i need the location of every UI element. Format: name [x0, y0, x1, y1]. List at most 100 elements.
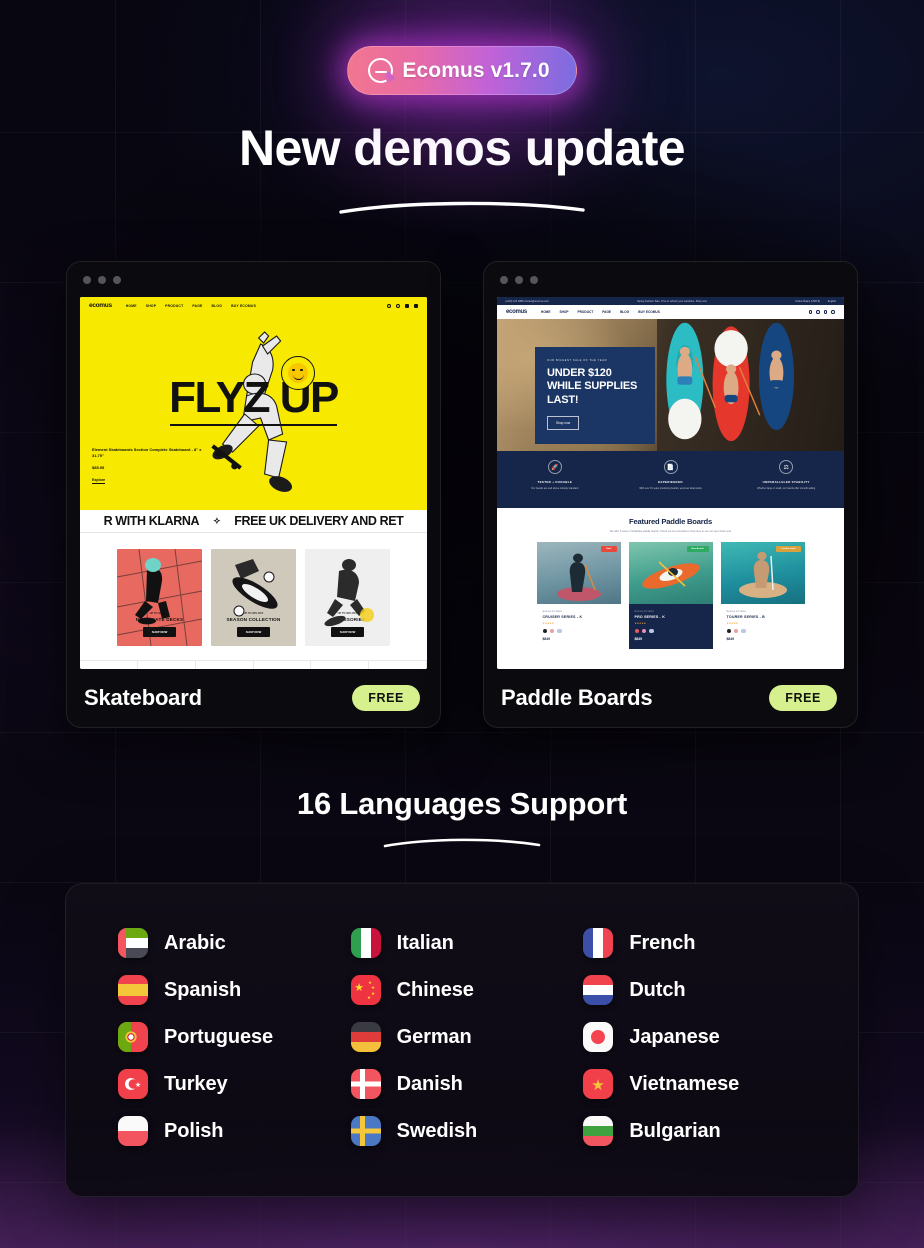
- language-item-turkey[interactable]: ★ Turkey: [118, 1069, 341, 1099]
- language-item-japanese[interactable]: Japanese: [583, 1022, 806, 1052]
- sk-product-button[interactable]: Explore: [92, 478, 106, 484]
- language-item-bulgarian[interactable]: Bulgarian: [583, 1116, 806, 1146]
- language-item-german[interactable]: German: [350, 1022, 574, 1052]
- sk-category-card[interactable]: UP TO 30% OFF NEW SKATE DECKS SHOP NOW: [117, 549, 202, 646]
- pb-products-sub: We offer 5 series of inflatable paddle b…: [609, 530, 732, 533]
- sk-brand: BURBERRY: [138, 661, 196, 669]
- pb-product-grid: Sale! Ecomus Inc Glass CRUISER SERIES - …: [497, 542, 844, 650]
- demo-card-paddle-boards[interactable]: (+100) 123 1888 contact@ecomus.com Sprin…: [483, 261, 858, 728]
- sk-nav-item[interactable]: BLOG: [212, 304, 223, 308]
- version-badge[interactable]: Ecomus v1.7.0: [347, 46, 577, 95]
- pb-hero-button[interactable]: Shop now: [547, 416, 580, 431]
- sk-category-kicker: UP TO 30% OFF: [337, 612, 358, 615]
- stability-icon: ⚖: [779, 460, 794, 474]
- pb-product-price: $849: [634, 637, 643, 642]
- pb-product-swatches[interactable]: [726, 629, 799, 634]
- demo-card-skateboard[interactable]: ecomus HOME SHOP PRODUCT PAGE BLOG BUY E…: [66, 261, 441, 728]
- swatch-red[interactable]: [634, 629, 639, 634]
- language-item-vietnamese[interactable]: ★ Vietnamese: [583, 1069, 806, 1099]
- pb-currency-select[interactable]: United States (USD $): [795, 300, 820, 303]
- languages-heading: 16 Languages Support: [296, 786, 628, 821]
- swatch-blue[interactable]: [557, 629, 562, 634]
- heart-icon[interactable]: [405, 303, 409, 308]
- swatch-pink[interactable]: [641, 629, 647, 634]
- sk-hero: FLYZ UP Element Skateboards Section Comp…: [80, 314, 427, 510]
- pb-announcement-bar: (+100) 123 1888 contact@ecomus.com Sprin…: [497, 297, 844, 305]
- sk-hero-title: FLYZ UP: [169, 373, 339, 422]
- sk-brand: BALENCIAGA: [311, 661, 370, 669]
- language-item-portuguese[interactable]: Portuguese: [118, 1022, 341, 1052]
- sk-product-price: $85.95: [92, 465, 105, 470]
- language-item-arabic[interactable]: Arabic: [118, 928, 341, 958]
- pb-product-brand: Ecomus Inc Glass: [542, 610, 562, 613]
- flag-uae-icon: [118, 928, 148, 958]
- svg-text:★: ★: [592, 1077, 605, 1094]
- language-item-swedish[interactable]: Swedish: [350, 1116, 574, 1146]
- swatch-black[interactable]: [726, 629, 731, 634]
- pb-nav-item[interactable]: BUY ECOMUS: [638, 310, 660, 314]
- language-item-dutch[interactable]: Dutch: [583, 975, 806, 1005]
- pb-nav-item[interactable]: BLOG: [620, 310, 629, 314]
- swatch-black[interactable]: [542, 629, 547, 634]
- language-item-french[interactable]: French: [583, 928, 806, 958]
- sk-category-card[interactable]: UP TO 30% OFF ACCESSORIES SHOP NOW: [305, 549, 390, 646]
- pb-nav-item[interactable]: PAGE: [602, 310, 611, 314]
- swatch-blue[interactable]: [741, 629, 746, 634]
- sk-nav-item[interactable]: HOME: [126, 304, 137, 308]
- pb-product-card[interactable]: New Arrival Ecomus Inc Glass PRO SERIES …: [628, 542, 713, 650]
- pb-product-swatches[interactable]: [634, 629, 707, 634]
- browser-chrome: [67, 262, 440, 297]
- sk-category-card[interactable]: UP TO 30% OFF SEASON COLLECTION SHOP NOW: [211, 549, 296, 646]
- flag-denmark-icon: [350, 1069, 381, 1099]
- user-icon[interactable]: [396, 303, 400, 308]
- ecomus-logo-icon: [368, 58, 394, 83]
- pb-topbar-selectors[interactable]: United States (USD $) English: [795, 300, 836, 303]
- pb-nav-item[interactable]: PRODUCT: [578, 310, 594, 314]
- pb-product-card[interactable]: Sale! Ecomus Inc Glass CRUISER SERIES - …: [536, 542, 621, 649]
- sk-category-kicker: UP TO 30% OFF: [243, 612, 264, 615]
- sk-marquee: R WITH KLARNA ✧ FREE UK DELIVERY AND RET: [80, 510, 427, 533]
- sk-category-art: [117, 549, 202, 646]
- swatch-pink[interactable]: [549, 629, 555, 634]
- pb-product-brand: Ecomus Inc Glass: [726, 610, 746, 613]
- language-item-italian[interactable]: Italian: [350, 928, 574, 958]
- search-icon[interactable]: [808, 310, 813, 314]
- swatch-pink[interactable]: [733, 629, 739, 634]
- browser-chrome: [484, 262, 857, 297]
- sk-brand: CANADA: [369, 661, 427, 669]
- language-item-chinese[interactable]: ★ ★ ★ ★ ★ Chinese: [350, 975, 574, 1005]
- sk-nav-item[interactable]: PRODUCT: [165, 304, 183, 308]
- swatch-blue[interactable]: [649, 629, 654, 634]
- demo-card-footer: Paddle Boards FREE: [484, 669, 857, 727]
- pb-product-swatches[interactable]: [542, 629, 615, 634]
- user-icon[interactable]: [816, 310, 820, 314]
- language-label: Polish: [164, 1119, 224, 1142]
- languages-section: 16 Languages Support Arabic Italian Fren…: [0, 786, 924, 1197]
- sk-brand: ADIDAS: [80, 661, 138, 669]
- pb-product-price: $849: [726, 637, 735, 642]
- pb-products-section: Featured Paddle Boards We offer 5 series…: [497, 508, 844, 650]
- language-item-danish[interactable]: Danish: [350, 1069, 574, 1099]
- pb-language-select[interactable]: English: [828, 300, 836, 303]
- cart-icon[interactable]: [414, 303, 418, 308]
- flag-portugal-icon: [118, 1022, 148, 1052]
- sk-marquee-text: R WITH KLARNA: [103, 514, 200, 528]
- pb-nav-item[interactable]: SHOP: [559, 310, 568, 314]
- pb-nav-item[interactable]: HOME: [541, 310, 551, 314]
- pb-feature: ⚖ UNPARALLELED STABILITY Whether large o…: [728, 451, 844, 508]
- cart-icon[interactable]: [831, 310, 835, 314]
- language-item-polish[interactable]: Polish: [118, 1116, 341, 1146]
- language-item-spanish[interactable]: Spanish: [118, 975, 341, 1005]
- demo-name-paddle-boards: Paddle Boards: [501, 685, 653, 710]
- sk-nav-item[interactable]: BUY ECOMUS: [231, 304, 256, 308]
- sk-nav-item[interactable]: SHOP: [146, 304, 156, 308]
- headline-underline-swoosh: [339, 201, 585, 214]
- language-label: Portuguese: [164, 1025, 274, 1048]
- language-label: Vietnamese: [629, 1072, 740, 1095]
- search-icon[interactable]: [387, 303, 391, 308]
- sk-nav-item[interactable]: PAGE: [192, 304, 202, 308]
- languages-underline-swoosh: [383, 838, 541, 848]
- language-label: Spanish: [164, 978, 242, 1001]
- heart-icon[interactable]: [823, 310, 828, 314]
- pb-product-card[interactable]: Limited stock Ecomus Inc Glass TOURER SE…: [720, 542, 805, 649]
